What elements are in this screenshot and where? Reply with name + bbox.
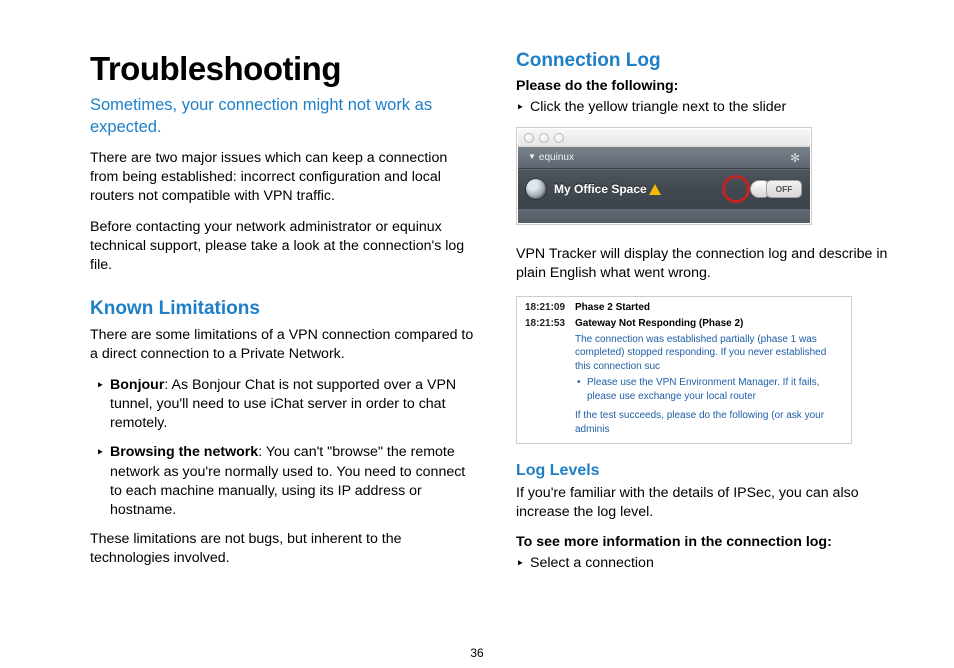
log-time-1: 18:21:09 bbox=[525, 302, 575, 313]
right-column: Connection Log Please do the following: … bbox=[506, 50, 902, 648]
log-levels-instruction: To see more information in the connectio… bbox=[516, 534, 902, 550]
gear-icon[interactable]: ✻ bbox=[790, 151, 800, 165]
limitation-bonjour-title: Bonjour bbox=[110, 377, 164, 393]
log-suggestion-1: Please use the VPN Environment Manager. … bbox=[517, 376, 851, 403]
intro-paragraph-2: Before contacting your network administr… bbox=[90, 218, 476, 276]
log-suggestion-2: If the test succeeds, please do the foll… bbox=[517, 407, 851, 439]
connection-log-intro: Please do the following: bbox=[516, 78, 902, 94]
page-number: 36 bbox=[470, 646, 483, 660]
window-titlebar bbox=[518, 129, 810, 147]
known-limitations-closing: These limitations are not bugs, but inhe… bbox=[90, 530, 476, 568]
connection-log-step: Click the yellow triangle next to the sl… bbox=[516, 98, 902, 117]
minimize-icon[interactable] bbox=[539, 133, 549, 143]
limitation-browsing: Browsing the network: You can't "browse"… bbox=[90, 443, 476, 520]
log-levels-heading: Log Levels bbox=[516, 462, 902, 480]
log-title-1: Phase 2 Started bbox=[575, 302, 650, 313]
limitation-browsing-title: Browsing the network bbox=[110, 444, 258, 460]
intro-paragraph-1: There are two major issues which can kee… bbox=[90, 149, 476, 207]
known-limitations-heading: Known Limitations bbox=[90, 298, 476, 320]
close-icon[interactable] bbox=[524, 133, 534, 143]
log-detail-text: The connection was established partially… bbox=[517, 330, 851, 377]
app-toolbar: ▼equinux ✻ bbox=[518, 147, 810, 169]
vpn-env-manager-link[interactable]: VPN Environment Manager bbox=[656, 377, 777, 388]
connection-name: My Office Space bbox=[554, 182, 647, 196]
connection-toggle[interactable]: OFF bbox=[750, 180, 802, 198]
app-footer bbox=[518, 209, 810, 223]
known-limitations-intro: There are some limitations of a VPN conn… bbox=[90, 326, 476, 364]
connection-row[interactable]: My Office Space OFF bbox=[518, 169, 810, 209]
left-column: Troubleshooting Sometimes, your connecti… bbox=[90, 50, 506, 648]
brand-label: equinux bbox=[539, 152, 574, 163]
log-entry-1: 18:21:09 Phase 2 Started bbox=[517, 301, 851, 314]
globe-icon bbox=[526, 179, 546, 199]
connection-log-description: VPN Tracker will display the connection … bbox=[516, 245, 902, 283]
log-screenshot: 18:21:09 Phase 2 Started 18:21:53 Gatewa… bbox=[516, 296, 852, 445]
log-title-2: Gateway Not Responding (Phase 2) bbox=[575, 318, 743, 329]
brand-dropdown[interactable]: ▼equinux bbox=[528, 152, 574, 163]
log-entry-2: 18:21:53 Gateway Not Responding (Phase 2… bbox=[517, 317, 851, 330]
warning-triangle-icon[interactable] bbox=[649, 184, 661, 195]
toggle-off-label: OFF bbox=[766, 180, 802, 198]
app-window-screenshot: ▼equinux ✻ My Office Space OFF bbox=[516, 127, 812, 225]
connection-log-heading: Connection Log bbox=[516, 50, 902, 72]
log-levels-step: Select a connection bbox=[516, 554, 902, 573]
limitation-bonjour: Bonjour: As Bonjour Chat is not supporte… bbox=[90, 376, 476, 434]
zoom-icon[interactable] bbox=[554, 133, 564, 143]
page-title: Troubleshooting bbox=[90, 50, 476, 88]
highlight-circle-icon bbox=[722, 175, 750, 203]
page-subtitle: Sometimes, your connection might not wor… bbox=[90, 94, 476, 139]
log-suggestion-1a: Please use the bbox=[587, 377, 656, 388]
triangle-down-icon: ▼ bbox=[528, 152, 536, 161]
log-levels-text: If you're familiar with the details of I… bbox=[516, 484, 902, 522]
log-time-2: 18:21:53 bbox=[525, 318, 575, 329]
